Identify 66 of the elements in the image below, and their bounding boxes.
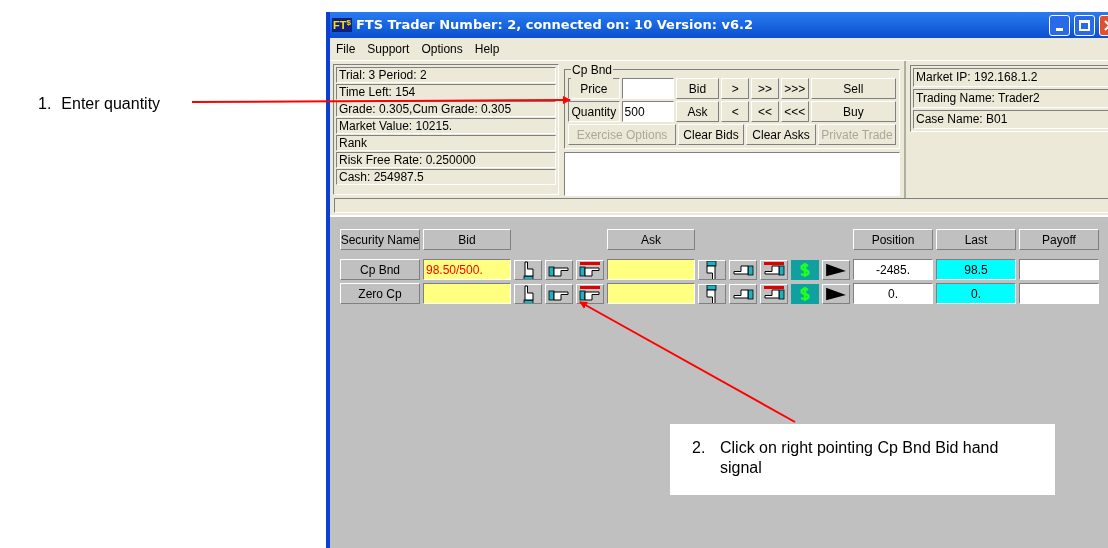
toolbar-button[interactable]: Sell [810, 78, 896, 99]
toolbar-button[interactable]: Bid [675, 78, 720, 99]
ask-cell[interactable] [607, 259, 695, 280]
column-header: Payoff [1019, 229, 1099, 250]
column-header: Ask [607, 229, 695, 250]
toolbar-button[interactable]: Buy [810, 101, 896, 122]
position-cell: -2485. [853, 259, 933, 280]
ask-cell[interactable] [607, 283, 695, 304]
connection-field: Case Name: B01 [913, 110, 1108, 129]
column-header: Position [853, 229, 933, 250]
window-title: FTS Trader Number: 2, connected on: 10 Version: v6.2 [355, 16, 754, 35]
security-name: Zero Cp [340, 283, 420, 304]
pointing-hand-icon[interactable] [729, 283, 757, 304]
price-label: Price [568, 78, 620, 99]
info-field: Risk Free Rate: 0.250000 [336, 152, 556, 168]
info-field: Grade: 0.305,Cum Grade: 0.305 [336, 101, 556, 117]
price-field[interactable] [621, 78, 674, 99]
labelled-hand-icon[interactable] [576, 259, 604, 280]
labelled-hand-icon[interactable] [760, 259, 788, 280]
pointing-hand-icon[interactable] [545, 259, 573, 280]
maximize-button[interactable] [1074, 14, 1095, 36]
toolbar-button[interactable]: <<< [780, 101, 809, 122]
app-logo: FT$^{$}$ [332, 18, 352, 32]
annotation-text: 2. Click on right pointing Cp Bnd Bid hand signal [692, 438, 1000, 478]
info-field: Cash: 254987.5 [336, 169, 556, 185]
last-cell: 98.5 [936, 259, 1016, 280]
menu-item[interactable]: Options [421, 40, 463, 58]
wedge-icon[interactable] [822, 259, 850, 280]
info-field: Trial: 3 Period: 2 [336, 67, 556, 83]
menu-item[interactable]: File [336, 40, 356, 58]
labelled-hand-icon[interactable] [576, 283, 604, 304]
menu-item[interactable]: Support [367, 40, 410, 58]
security-name: Cp Bnd [340, 259, 420, 280]
connection-field: Market IP: 192.168.1.2 [913, 68, 1108, 87]
connection-field: Trading Name: Trader2 [913, 89, 1108, 108]
labelled-hand-icon[interactable] [760, 283, 788, 304]
menu-item[interactable]: Help [474, 40, 500, 58]
bid-cell[interactable] [423, 283, 511, 304]
quantity-field[interactable]: 500 [621, 101, 674, 122]
toolbar-button[interactable]: << [751, 101, 779, 122]
wedge-icon[interactable] [822, 283, 850, 304]
pointing-hand-icon[interactable] [698, 259, 726, 280]
last-cell: 0. [936, 283, 1016, 304]
toolbar-button[interactable]: >> [751, 78, 779, 99]
toolbar-button[interactable]: Ask [675, 101, 720, 122]
info-field: Market Value: 10215. [336, 118, 556, 134]
annotation-text: 1. Enter quantity [38, 94, 161, 114]
column-header: Last [936, 229, 1016, 250]
minimize-button[interactable] [1049, 14, 1070, 36]
quantity-label: Quantity [568, 101, 620, 122]
column-header: Security Name [340, 229, 420, 250]
position-cell: 0. [853, 283, 933, 304]
toolbar-button[interactable]: < [721, 101, 750, 122]
info-field: Time Left: 154 [336, 84, 556, 100]
toolbar-button[interactable]: > [721, 78, 750, 99]
bid-cell[interactable]: 98.50/500. [423, 259, 511, 280]
pointing-hand-icon[interactable] [514, 259, 542, 280]
pointing-hand-icon[interactable] [514, 283, 542, 304]
info-field: Rank [336, 135, 556, 151]
column-header: Bid [423, 229, 511, 250]
toolbar-button[interactable]: Clear Asks [746, 124, 816, 145]
toolbar-button[interactable]: >>> [780, 78, 809, 99]
pointing-hand-icon[interactable] [729, 259, 757, 280]
toolbar-button[interactable]: Clear Bids [678, 124, 744, 145]
pointing-hand-icon[interactable] [698, 283, 726, 304]
pointing-hand-icon[interactable] [545, 283, 573, 304]
